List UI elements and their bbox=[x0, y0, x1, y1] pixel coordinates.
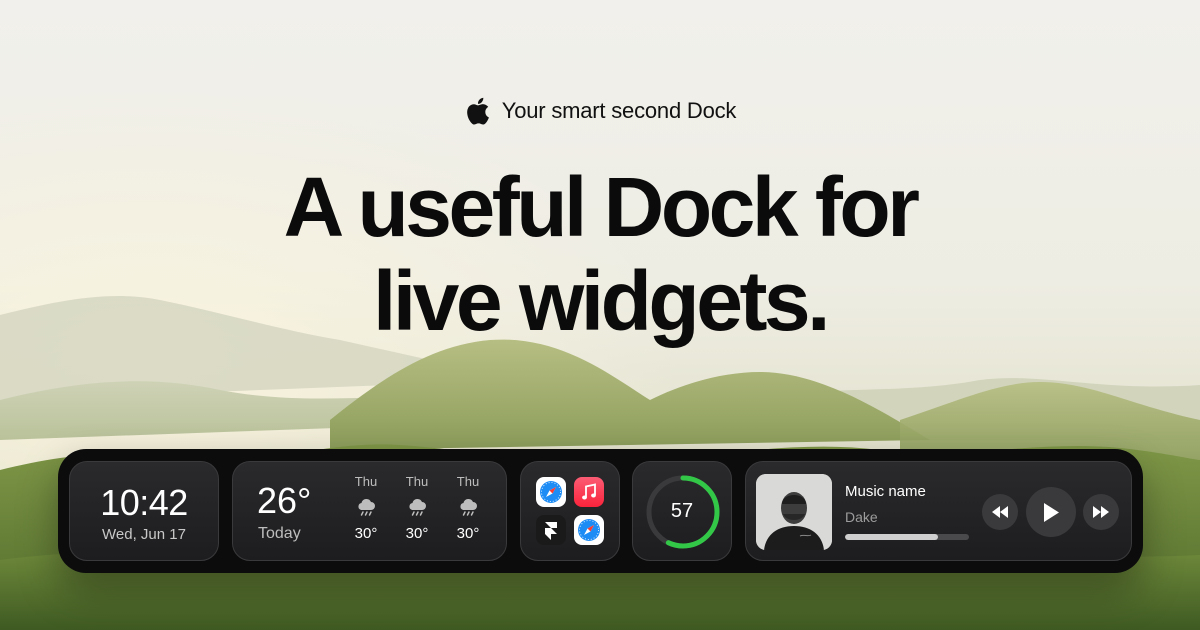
music-player-widget: Music name Dake bbox=[745, 461, 1132, 561]
apple-logo-icon bbox=[464, 96, 490, 126]
rain-cloud-icon bbox=[409, 498, 426, 516]
forecast-day-name: Thu bbox=[354, 474, 378, 489]
forecast-day-name: Thu bbox=[456, 474, 480, 489]
forecast-temp: 30° bbox=[354, 525, 378, 542]
play-button[interactable] bbox=[1026, 487, 1076, 537]
clock-widget[interactable]: 10:42 Wed, Jun 17 bbox=[69, 461, 219, 561]
framer-icon[interactable] bbox=[536, 515, 566, 545]
current-day-label: Today bbox=[258, 525, 301, 542]
progress-ring-widget[interactable]: 57 bbox=[632, 461, 732, 561]
fast-forward-button[interactable] bbox=[1083, 494, 1119, 530]
rain-cloud-icon bbox=[460, 498, 477, 516]
current-temperature: 26° bbox=[257, 480, 312, 521]
widget-dock: 10:42 Wed, Jun 17 26° Today Thu 30° Thu … bbox=[58, 449, 1143, 573]
rewind-button[interactable] bbox=[982, 494, 1018, 530]
app-shortcuts-widget bbox=[520, 461, 620, 561]
track-progress-fill bbox=[845, 534, 938, 540]
album-artwork[interactable] bbox=[756, 474, 832, 550]
music-icon[interactable] bbox=[574, 477, 604, 507]
track-progress-bar[interactable] bbox=[845, 534, 969, 540]
safari-icon[interactable] bbox=[574, 515, 604, 545]
track-artist: Dake bbox=[845, 509, 878, 525]
headline-line-2: live widgets. bbox=[373, 254, 831, 348]
weather-widget[interactable]: 26° Today Thu 30° Thu 30° Thu 30° bbox=[232, 461, 507, 561]
play-icon bbox=[1044, 502, 1059, 522]
safari-icon[interactable] bbox=[536, 477, 566, 507]
headline-line-1: A useful Dock for bbox=[283, 160, 920, 254]
forecast-day: Thu 30° bbox=[397, 474, 437, 542]
eyebrow: Your smart second Dock bbox=[0, 96, 1200, 126]
track-title: Music name bbox=[845, 483, 926, 500]
rain-cloud-icon bbox=[358, 498, 375, 516]
forecast-temp: 30° bbox=[405, 525, 429, 542]
forecast-day-name: Thu bbox=[405, 474, 429, 489]
headline: A useful Dock for live widgets. bbox=[0, 160, 1200, 348]
ring-value: 57 bbox=[670, 500, 694, 522]
clock-time: 10:42 bbox=[100, 482, 188, 523]
clock-date: Wed, Jun 17 bbox=[102, 526, 186, 543]
eyebrow-text: Your smart second Dock bbox=[501, 98, 737, 123]
fast-forward-icon bbox=[1093, 506, 1109, 518]
forecast-temp: 30° bbox=[456, 525, 480, 542]
rewind-icon bbox=[992, 506, 1008, 518]
forecast-day: Thu 30° bbox=[346, 474, 386, 542]
forecast-day: Thu 30° bbox=[448, 474, 488, 542]
